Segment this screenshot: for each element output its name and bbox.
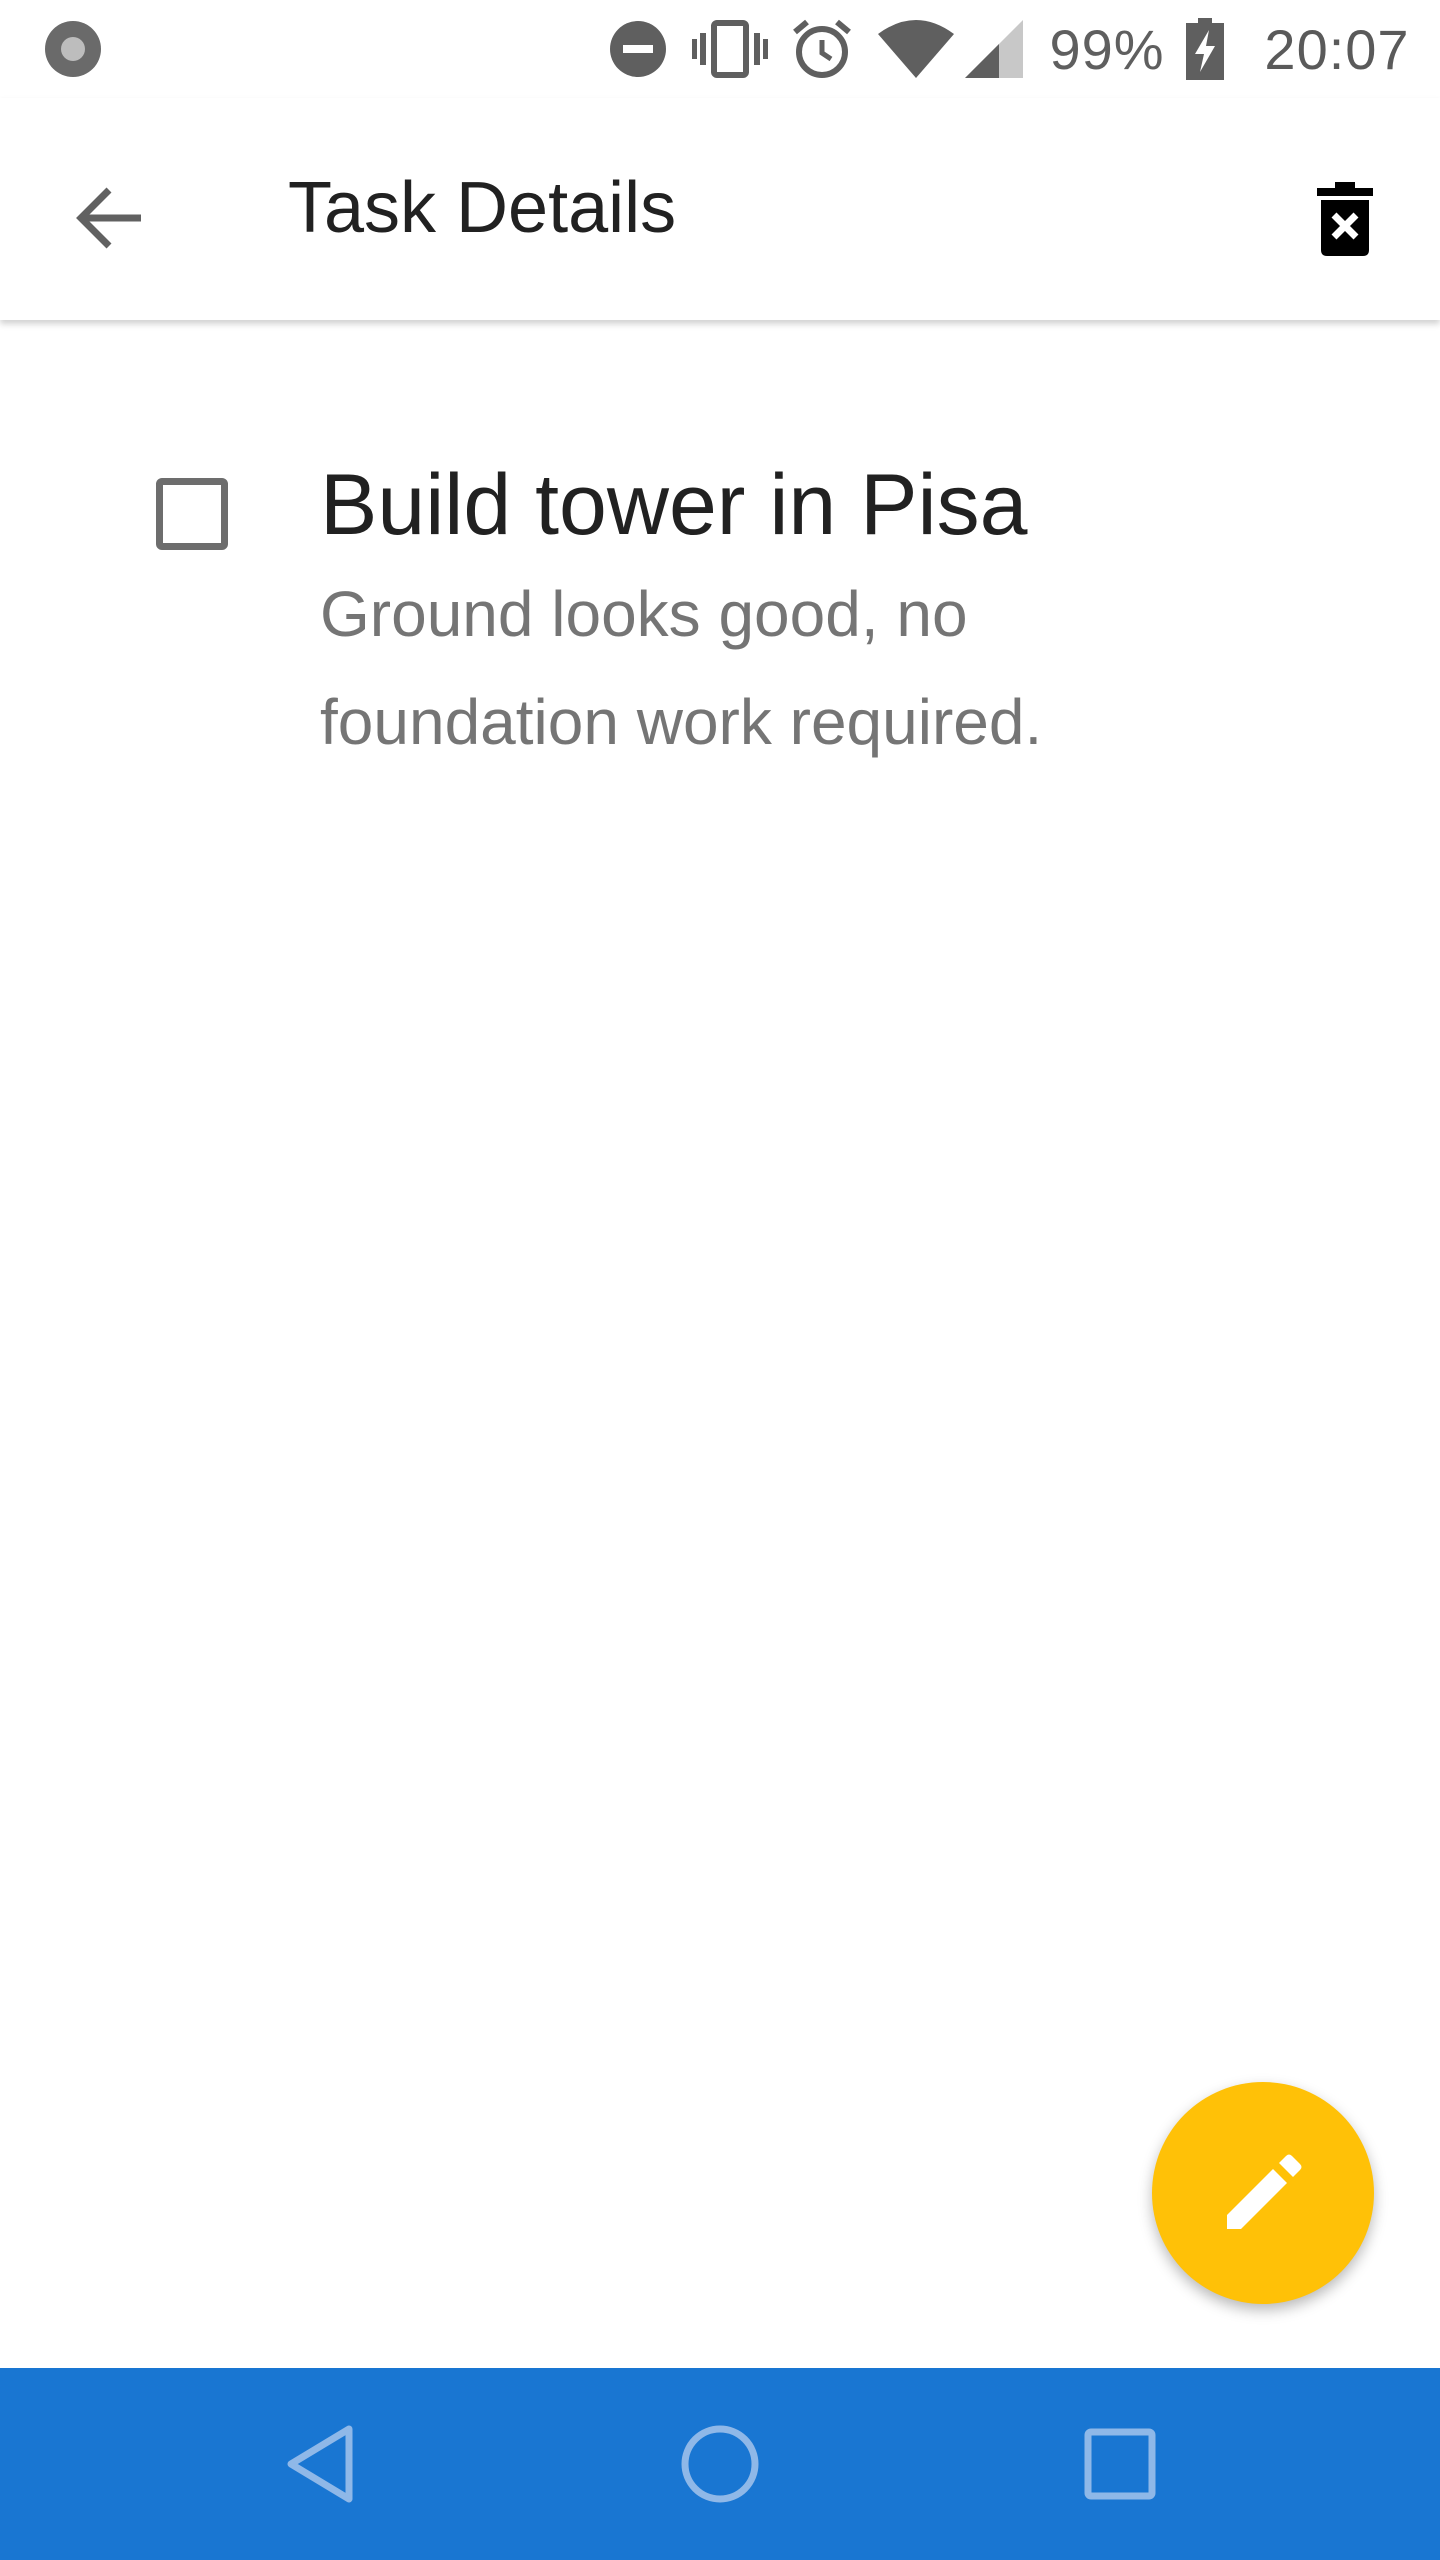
- edit-icon: [1227, 2154, 1302, 2229]
- task-detail-content: Build tower in Pisa Ground looks good, n…: [0, 320, 1440, 2368]
- wifi-icon: [876, 0, 956, 98]
- vibrate-icon: [690, 0, 770, 98]
- do-not-disturb-icon: [606, 0, 670, 98]
- clock: 20:07: [1264, 17, 1410, 81]
- page-title: Task Details: [288, 168, 677, 248]
- nav-back-icon: [287, 2425, 353, 2503]
- cellular-signal-icon: [964, 0, 1024, 98]
- task-description: Ground looks good, no foundation work re…: [320, 578, 1043, 758]
- nav-home-button[interactable]: [660, 2404, 780, 2524]
- nav-home-icon: [681, 2425, 759, 2503]
- battery-percent: 99%: [1049, 17, 1165, 81]
- back-button[interactable]: [50, 158, 170, 278]
- task-complete-checkbox[interactable]: [156, 478, 228, 550]
- app-bar: Task Details: [0, 98, 1440, 320]
- task-title: Build tower in Pisa: [320, 457, 1028, 553]
- edit-task-button[interactable]: [1152, 2082, 1374, 2304]
- arrow-back-icon: [76, 187, 141, 249]
- nav-recents-button[interactable]: [1060, 2404, 1180, 2524]
- delete-forever-icon: [1317, 182, 1373, 256]
- nav-recents-icon: [1084, 2428, 1156, 2500]
- delete-task-button[interactable]: [1280, 154, 1410, 284]
- nav-back-button[interactable]: [260, 2404, 380, 2524]
- status-bar: 99% 20:07: [0, 0, 1440, 98]
- alarm-icon: [790, 0, 854, 98]
- record-icon: [38, 0, 108, 98]
- navigation-bar: [0, 2368, 1440, 2560]
- battery-charging-icon: [1184, 0, 1226, 98]
